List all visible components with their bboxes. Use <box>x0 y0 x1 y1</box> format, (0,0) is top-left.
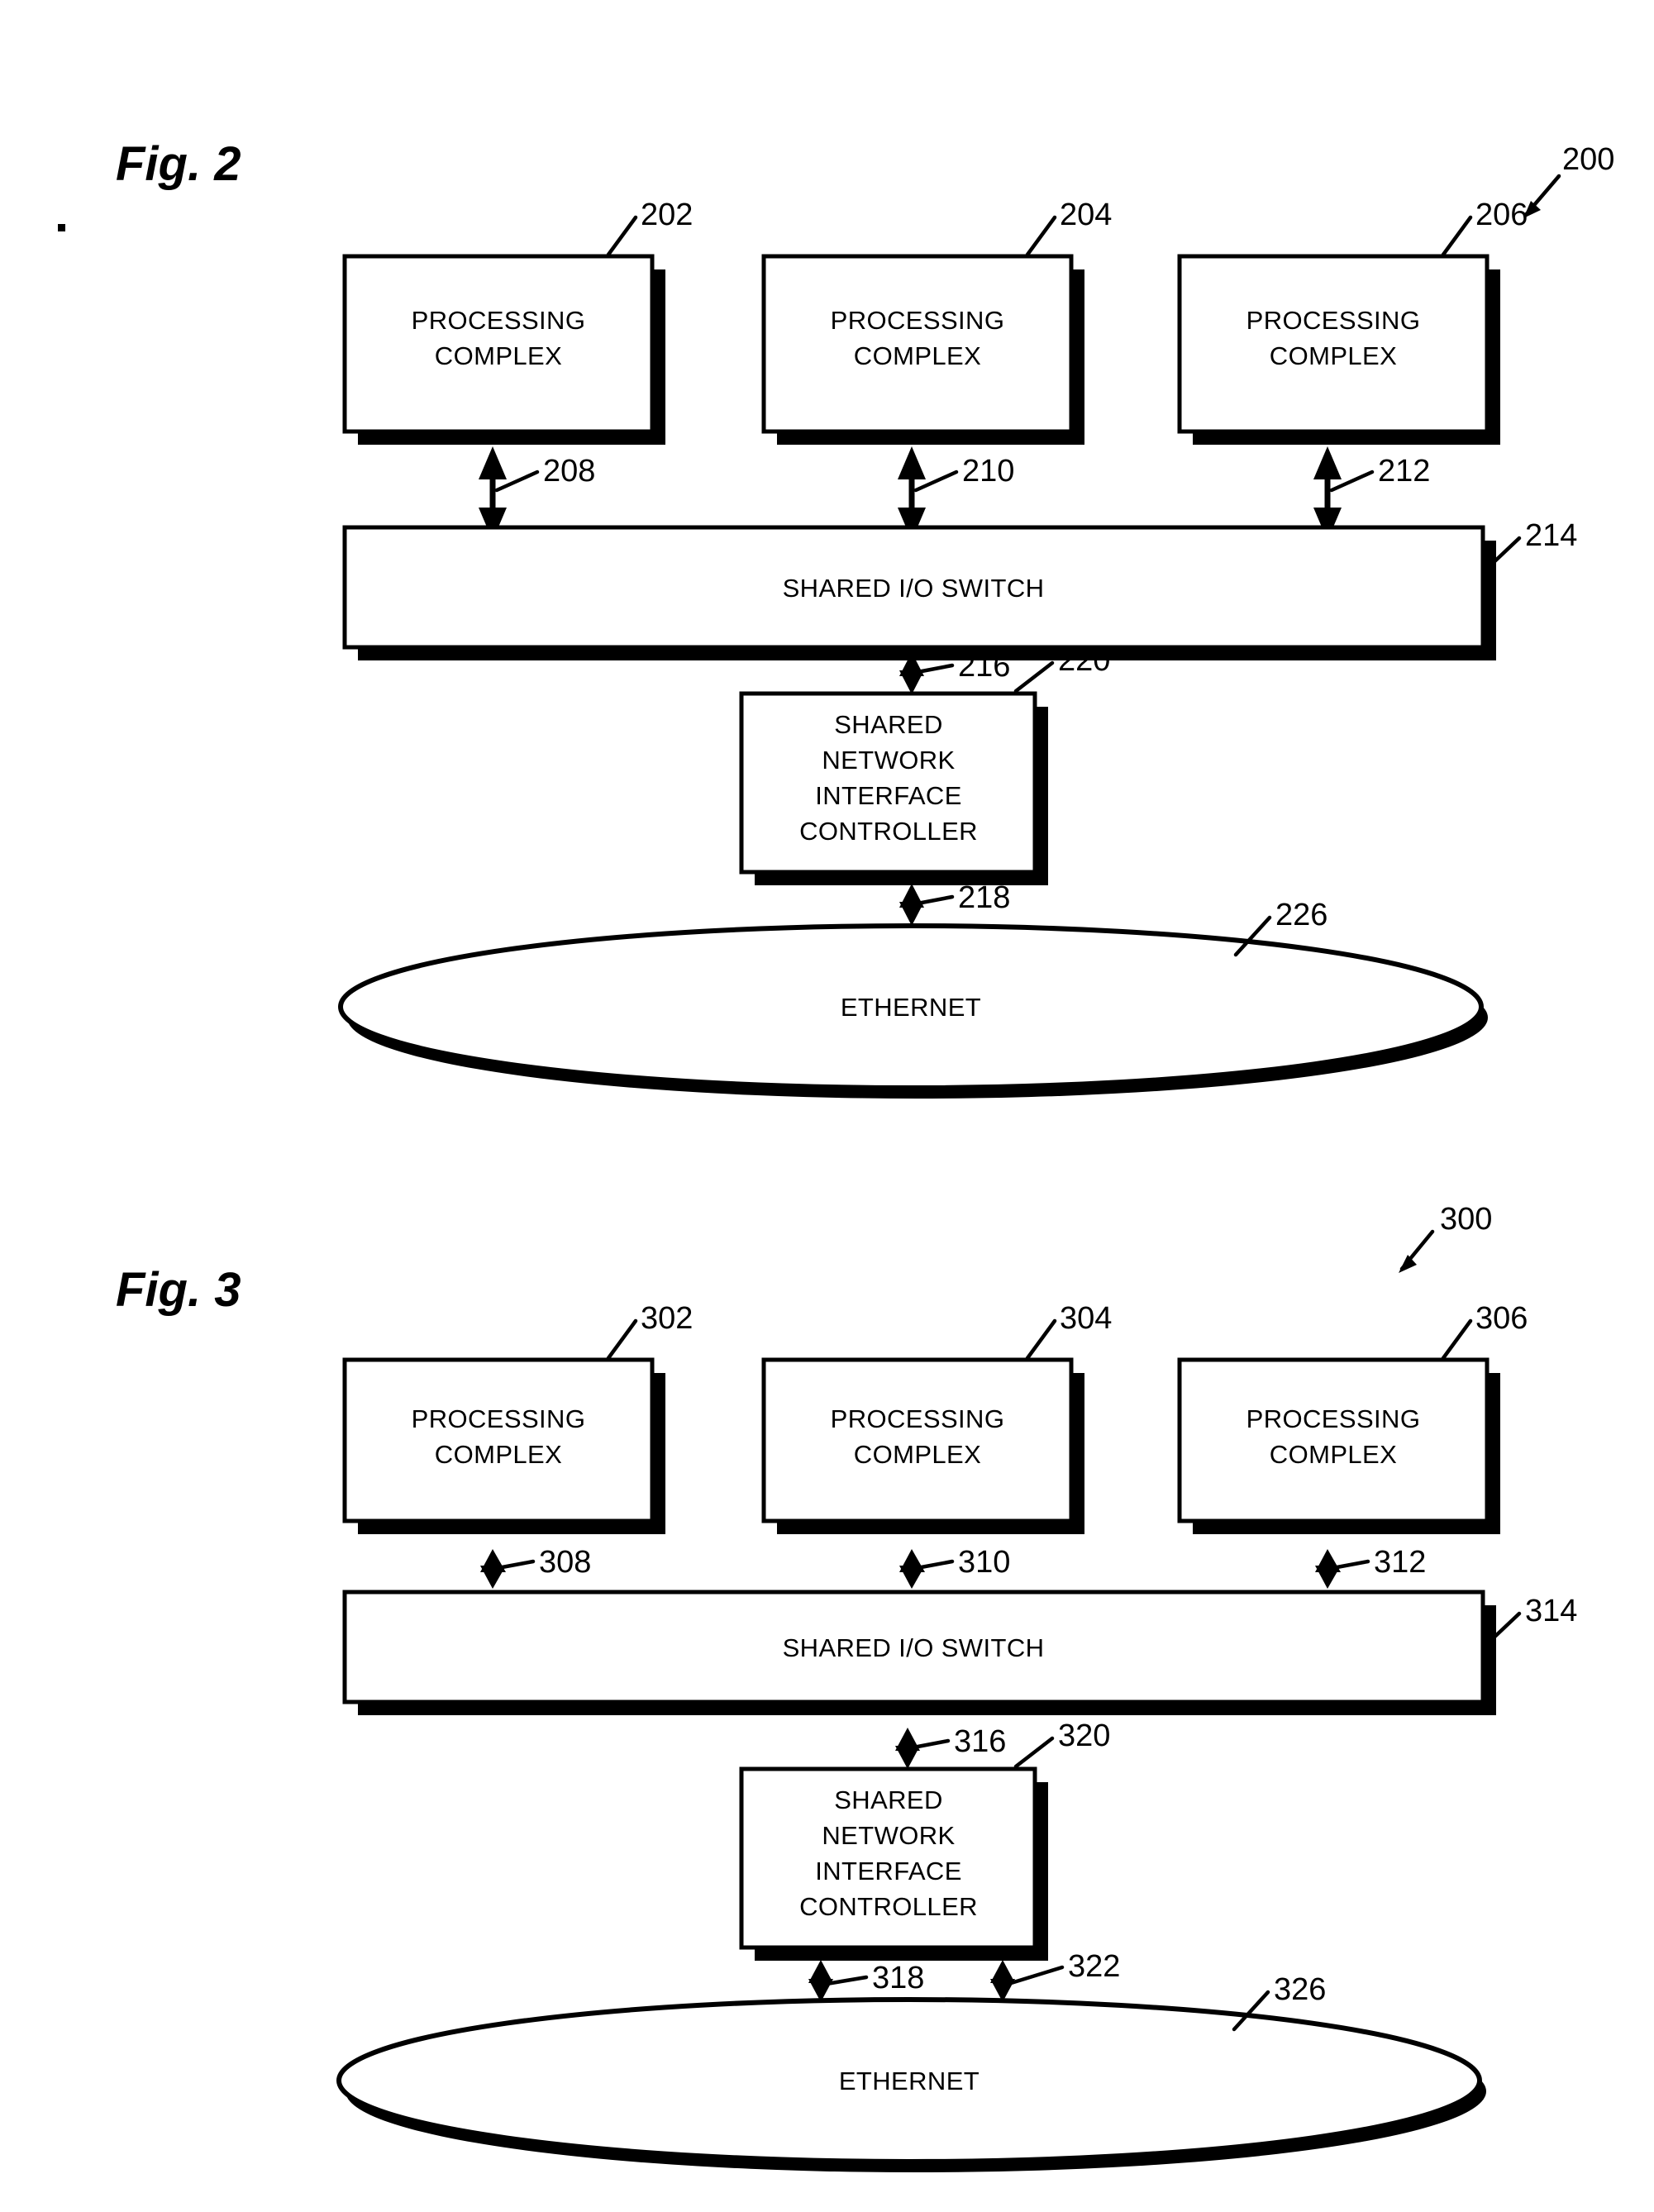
ref-label-312: 312 <box>1374 1545 1426 1580</box>
ref-label-226: 226 <box>1275 898 1327 932</box>
ref-label-304: 304 <box>1060 1301 1112 1336</box>
pc-202-label-line1: PROCESSING <box>412 306 586 335</box>
pc-306-label-line1: PROCESSING <box>1246 1404 1421 1433</box>
pc-206-label-line2: COMPLEX <box>1270 341 1397 370</box>
nic-220-label-line1: SHARED <box>834 710 943 739</box>
ref-label-214: 214 <box>1525 518 1577 553</box>
ref-label-308: 308 <box>539 1545 591 1580</box>
switch-214-label: SHARED I/O SWITCH <box>783 574 1045 603</box>
pc-302-label-line2: COMPLEX <box>435 1440 562 1469</box>
switch-314-label: SHARED I/O SWITCH <box>783 1633 1045 1662</box>
pc-202-label-line2: COMPLEX <box>435 341 562 370</box>
ref-label-314: 314 <box>1525 1594 1577 1628</box>
ref-label-216: 216 <box>958 649 1010 684</box>
pc-204-label-line2: COMPLEX <box>854 341 981 370</box>
nic-320-label-line2: NETWORK <box>822 1821 955 1850</box>
figure-2-title: Fig. 2 <box>116 137 241 191</box>
ref-label-310: 310 <box>958 1545 1010 1580</box>
ref-label-212: 212 <box>1378 454 1430 489</box>
ref-label-208: 208 <box>543 454 595 489</box>
ref-label-316: 316 <box>954 1724 1006 1759</box>
figure-3-title: Fig. 3 <box>116 1263 241 1317</box>
pc-204-label-line1: PROCESSING <box>831 306 1005 335</box>
pc-304-label-line2: COMPLEX <box>854 1440 981 1469</box>
ref-label-206: 206 <box>1475 198 1528 232</box>
ethernet-226-label: ETHERNET <box>841 993 981 1022</box>
ref-label-326: 326 <box>1274 1972 1326 2007</box>
pc-302-label-line1: PROCESSING <box>412 1404 586 1433</box>
nic-220-label-line4: CONTROLLER <box>799 817 978 846</box>
nic-220-label-line2: NETWORK <box>822 746 955 775</box>
nic-320-label-line1: SHARED <box>834 1785 943 1814</box>
ref-label-300: 300 <box>1440 1202 1492 1237</box>
scan-speck <box>58 224 65 231</box>
ref-label-200: 200 <box>1562 142 1614 177</box>
ref-label-220: 220 <box>1058 643 1110 678</box>
ethernet-326-label: ETHERNET <box>839 2067 980 2095</box>
ref-label-302: 302 <box>641 1301 693 1336</box>
ref-label-202: 202 <box>641 198 693 232</box>
ref-label-322: 322 <box>1068 1949 1120 1984</box>
node-shared-io-switch-314[interactable]: SHARED I/O SWITCH 314 <box>342 1590 1577 1715</box>
nic-320-label-line3: INTERFACE <box>815 1857 962 1885</box>
ref-label-318: 318 <box>872 1961 924 1995</box>
nic-320-label-line4: CONTROLLER <box>799 1892 978 1921</box>
patent-drawing-sheet: Fig. 2 200 PROCESSING COMPLEX 202 PROCES… <box>0 0 1654 2212</box>
ref-label-210: 210 <box>962 454 1014 489</box>
pc-306-label-line2: COMPLEX <box>1270 1440 1397 1469</box>
node-shared-io-switch-214[interactable]: SHARED I/O SWITCH 214 <box>342 518 1577 660</box>
ref-label-204: 204 <box>1060 198 1112 232</box>
ref-label-306: 306 <box>1475 1301 1528 1336</box>
ref-label-218: 218 <box>958 880 1010 915</box>
pc-304-label-line1: PROCESSING <box>831 1404 1005 1433</box>
nic-220-label-line3: INTERFACE <box>815 781 962 810</box>
ref-label-320: 320 <box>1058 1719 1110 1753</box>
pc-206-label-line1: PROCESSING <box>1246 306 1421 335</box>
